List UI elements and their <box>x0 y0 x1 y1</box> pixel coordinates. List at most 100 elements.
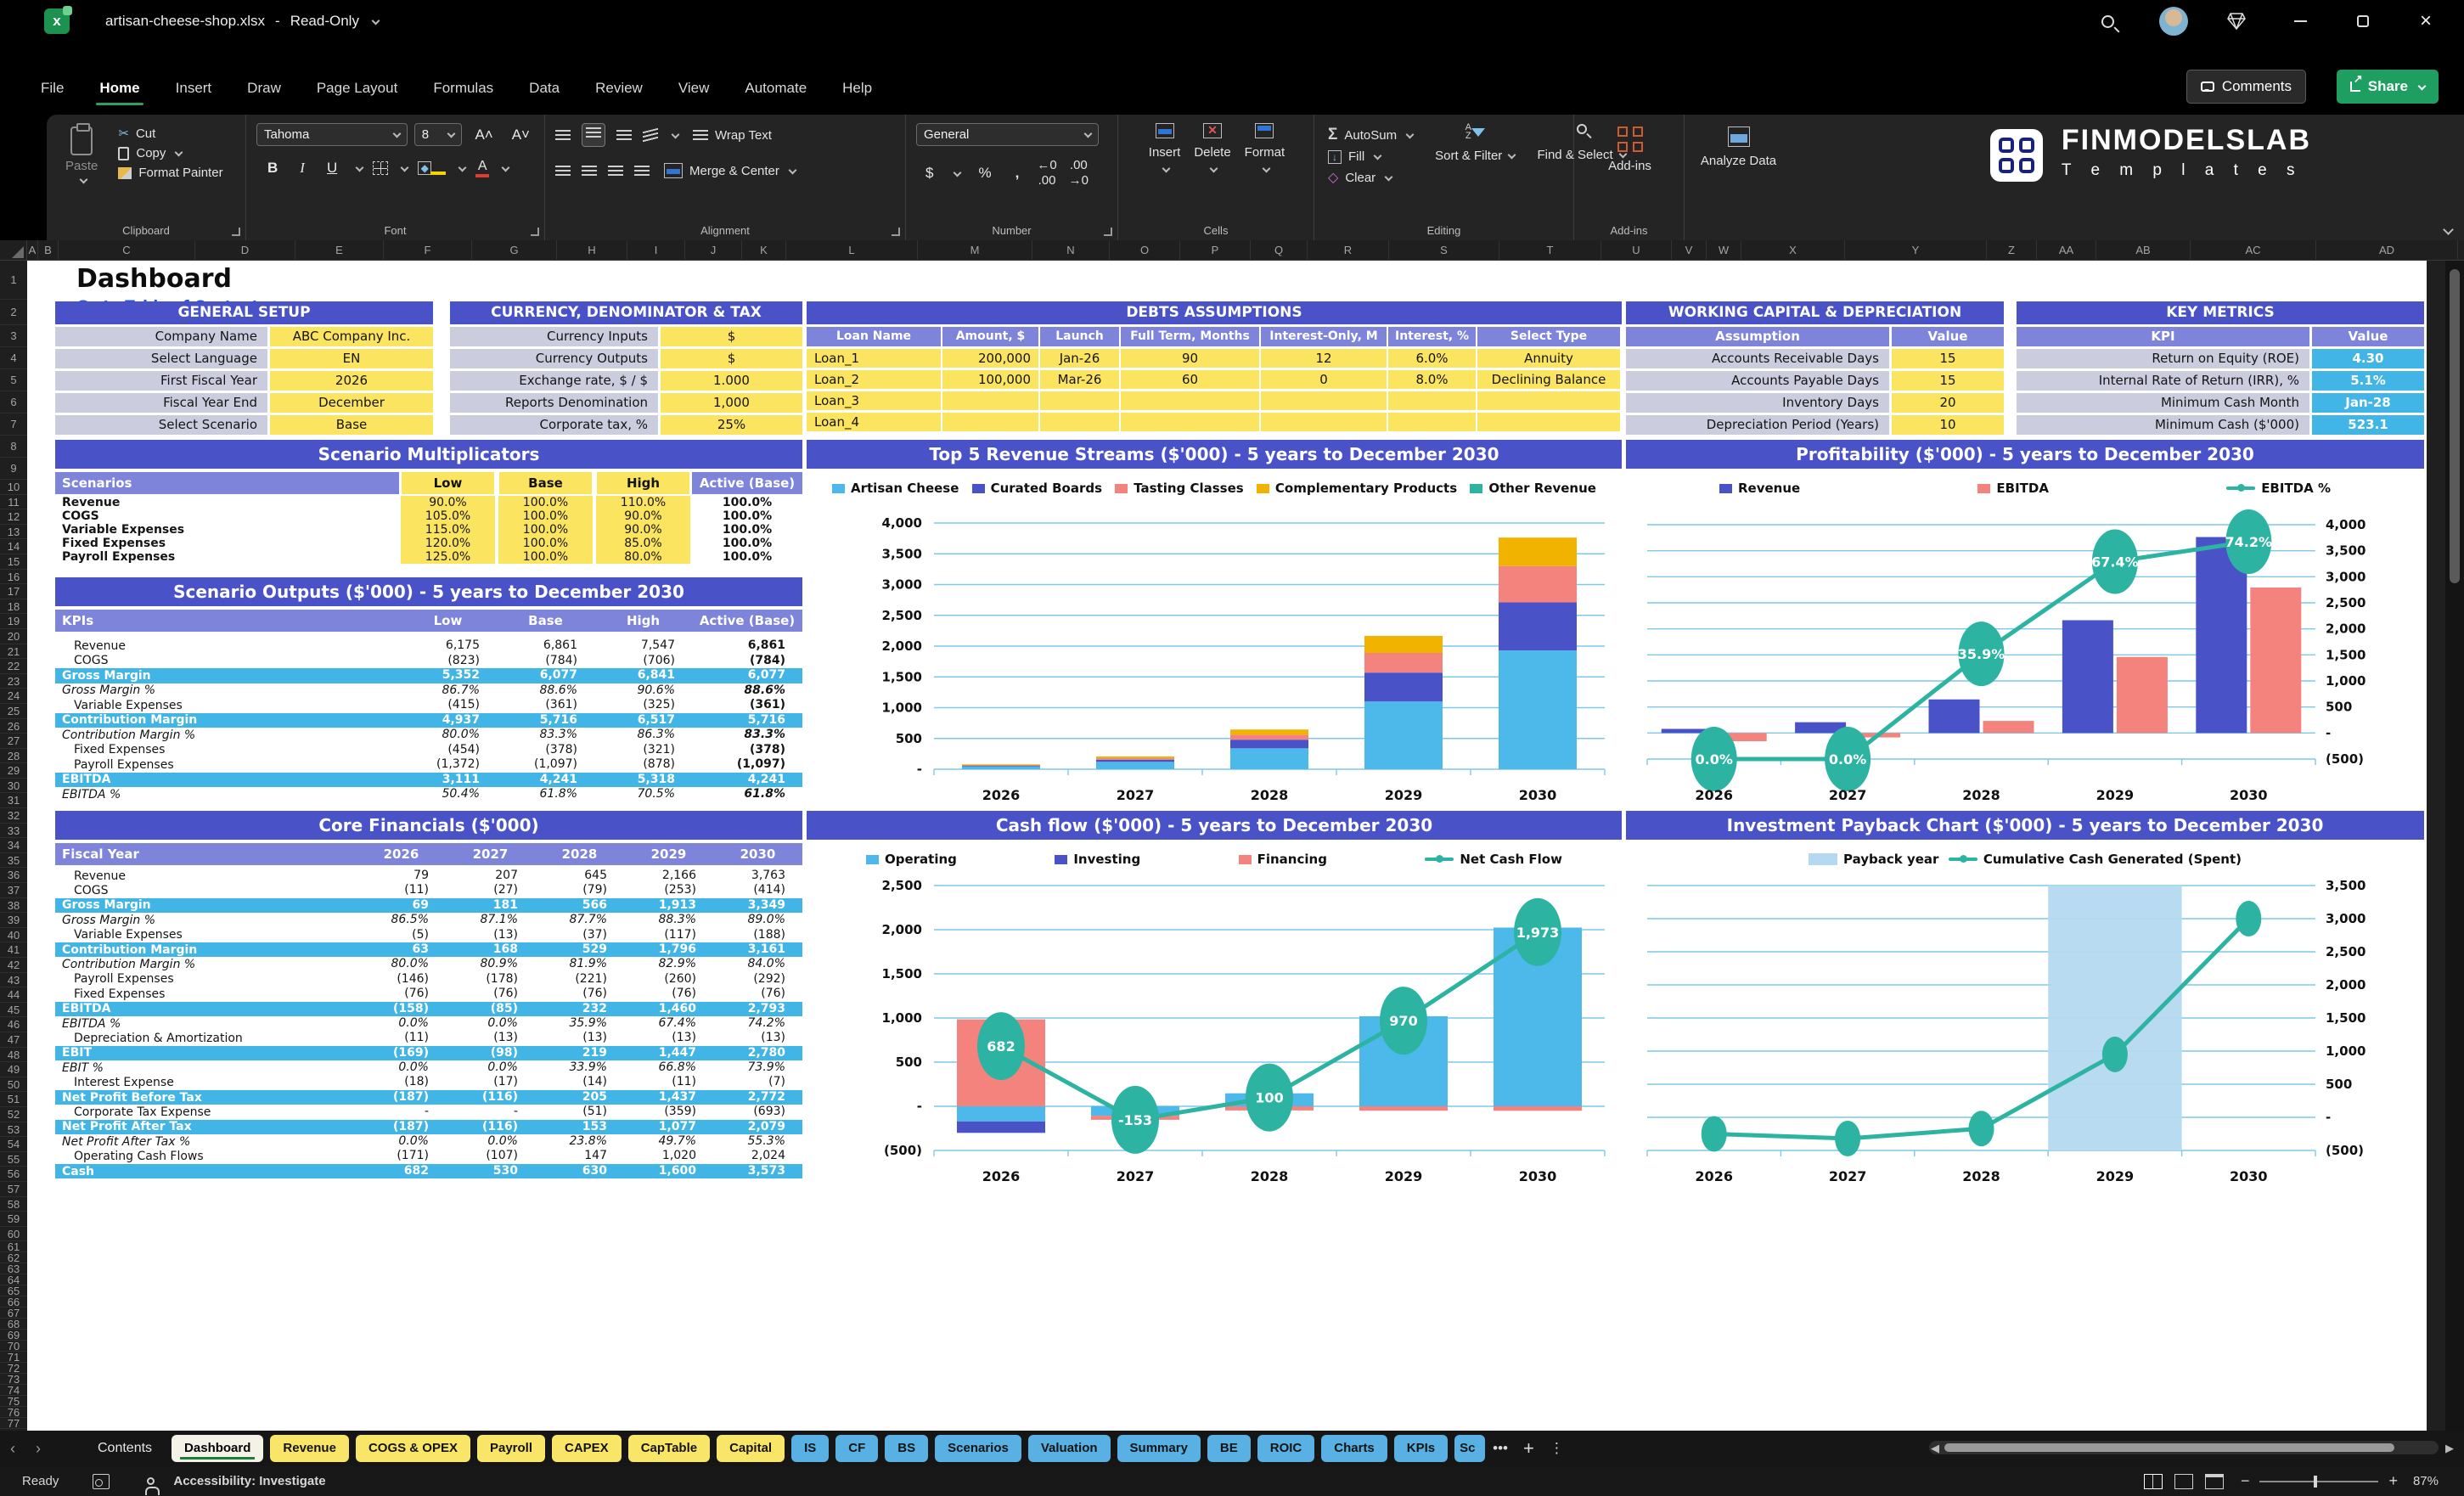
currency-format-button[interactable]: $ <box>920 163 939 183</box>
column-header-E[interactable]: E <box>295 240 384 261</box>
cell-value[interactable]: Base <box>270 415 433 435</box>
column-header-A[interactable]: A <box>27 240 38 261</box>
chevron-down-icon[interactable] <box>355 163 364 172</box>
number-format-select[interactable]: General <box>916 123 1099 146</box>
cell-value[interactable]: Mar-26 <box>1040 370 1119 389</box>
row-header-60[interactable]: 60 <box>0 1227 27 1242</box>
cell-value[interactable]: EN <box>270 349 433 368</box>
fill-button[interactable]: ↓ Fill <box>1325 147 1416 166</box>
accessibility-status[interactable]: Accessibility: Investigate <box>173 1474 325 1488</box>
menu-item-page-layout[interactable]: Page Layout <box>305 73 409 104</box>
row-header-74[interactable]: 74 <box>0 1385 27 1397</box>
column-header-K[interactable]: K <box>742 240 786 261</box>
cell-value[interactable]: 100.0% <box>497 537 594 550</box>
row-header-65[interactable]: 65 <box>0 1285 27 1297</box>
cell-value[interactable]: 90.0% <box>399 496 497 509</box>
cell-value[interactable]: 15 <box>1892 371 2004 391</box>
sheet-tab-is[interactable]: IS <box>791 1435 830 1462</box>
insert-cells-button[interactable]: Insert <box>1145 123 1184 177</box>
cell-value[interactable]: 105.0% <box>399 509 497 523</box>
chevron-down-icon[interactable] <box>954 168 962 177</box>
page-layout-view-icon[interactable] <box>2174 1473 2193 1489</box>
italic-button[interactable]: I <box>294 158 311 178</box>
collapse-ribbon-icon[interactable] <box>2443 224 2454 235</box>
column-header-C[interactable]: C <box>59 240 195 261</box>
new-sheet-button[interactable]: + <box>1516 1437 1542 1459</box>
row-header-55[interactable]: 55 <box>0 1152 27 1167</box>
cell-value[interactable]: 2026 <box>270 371 433 391</box>
row-header-34[interactable]: 34 <box>0 838 27 853</box>
decrease-font-button[interactable]: A˅ <box>506 125 536 145</box>
zoom-slider[interactable] <box>2259 1475 2379 1488</box>
row-header-52[interactable]: 52 <box>0 1107 27 1122</box>
column-header-X[interactable]: X <box>1741 240 1845 261</box>
dialog-launcher-icon[interactable] <box>232 228 240 236</box>
merge-center-button[interactable]: Merge & Center <box>661 160 799 181</box>
cell-value[interactable]: December <box>270 393 433 413</box>
cell-value[interactable]: Jan-26 <box>1040 349 1119 368</box>
more-sheets-button[interactable]: ••• <box>1485 1440 1516 1457</box>
zoom-out-button[interactable]: − <box>2241 1472 2250 1490</box>
cell-value[interactable]: 85.0% <box>594 537 692 550</box>
sheet-tab-bs[interactable]: BS <box>885 1435 929 1462</box>
row-header-44[interactable]: 44 <box>0 987 27 1003</box>
row-header-48[interactable]: 48 <box>0 1048 27 1063</box>
row-header-63[interactable]: 63 <box>0 1263 27 1275</box>
row-header-14[interactable]: 14 <box>0 539 27 554</box>
chevron-down-icon[interactable] <box>671 130 680 138</box>
row-header-2[interactable]: 2 <box>0 300 27 325</box>
cell-value[interactable]: Loan_4 <box>807 413 941 431</box>
row-header-69[interactable]: 69 <box>0 1330 27 1341</box>
row-header-73[interactable]: 73 <box>0 1374 27 1386</box>
copy-button[interactable]: Copy <box>115 143 226 163</box>
cell-value[interactable]: 25% <box>661 415 802 435</box>
row-header-22[interactable]: 22 <box>0 659 27 674</box>
chevron-down-icon[interactable] <box>501 163 510 172</box>
sheet-tab-contents[interactable]: Contents <box>85 1435 165 1462</box>
row-header-1[interactable]: 1 <box>0 261 27 300</box>
column-header-Y[interactable]: Y <box>1845 240 1987 261</box>
tab-scroll-right-icon[interactable]: › <box>25 1440 51 1458</box>
cell-value[interactable] <box>1261 413 1387 431</box>
cell-value[interactable] <box>1388 413 1476 431</box>
row-header-11[interactable]: 11 <box>0 495 27 510</box>
page-break-view-icon[interactable] <box>2204 1473 2224 1489</box>
sheet-tab-summary[interactable]: Summary <box>1117 1435 1201 1462</box>
dialog-launcher-icon[interactable] <box>1104 228 1112 236</box>
increase-font-button[interactable]: A˄ <box>469 125 498 145</box>
column-header-T[interactable]: T <box>1499 240 1601 261</box>
row-header-45[interactable]: 45 <box>0 1003 27 1018</box>
column-header-S[interactable]: S <box>1389 240 1499 261</box>
read-only-label[interactable]: Read-Only <box>290 13 359 30</box>
row-header-13[interactable]: 13 <box>0 525 27 540</box>
row-header-23[interactable]: 23 <box>0 674 27 689</box>
row-header-46[interactable]: 46 <box>0 1017 27 1032</box>
column-header-Q[interactable]: Q <box>1251 240 1308 261</box>
font-size-select[interactable]: 8 <box>413 123 463 146</box>
cell-value[interactable]: 80.0% <box>594 550 692 564</box>
sheet-tab-sc[interactable]: Sc <box>1454 1435 1486 1462</box>
menu-item-data[interactable]: Data <box>517 73 571 104</box>
select-all-corner[interactable] <box>0 240 27 261</box>
cell-value[interactable]: 125.0% <box>399 550 497 564</box>
cell-value[interactable]: 200,000 <box>942 349 1038 368</box>
underline-button[interactable]: U <box>321 158 343 178</box>
align-top-icon[interactable] <box>555 129 571 141</box>
menu-item-insert[interactable]: Insert <box>164 73 224 104</box>
menu-item-help[interactable]: Help <box>830 73 884 104</box>
row-header-58[interactable]: 58 <box>0 1197 27 1212</box>
column-header-J[interactable]: J <box>685 240 742 261</box>
row-header-31[interactable]: 31 <box>0 793 27 809</box>
menu-item-draw[interactable]: Draw <box>235 73 293 104</box>
row-header-16[interactable]: 16 <box>0 570 27 585</box>
orientation-icon[interactable] <box>643 127 658 143</box>
row-header-21[interactable]: 21 <box>0 644 27 660</box>
row-header-12[interactable]: 12 <box>0 509 27 525</box>
column-header-O[interactable]: O <box>1110 240 1180 261</box>
row-header-43[interactable]: 43 <box>0 973 27 988</box>
row-header-62[interactable]: 62 <box>0 1252 27 1264</box>
sort-filter-button[interactable]: AZ Sort & Filter <box>1432 123 1518 188</box>
cell-value[interactable] <box>1121 413 1259 431</box>
minimize-button[interactable] <box>2281 0 2320 42</box>
cut-button[interactable]: ✂ Cut <box>115 123 226 143</box>
